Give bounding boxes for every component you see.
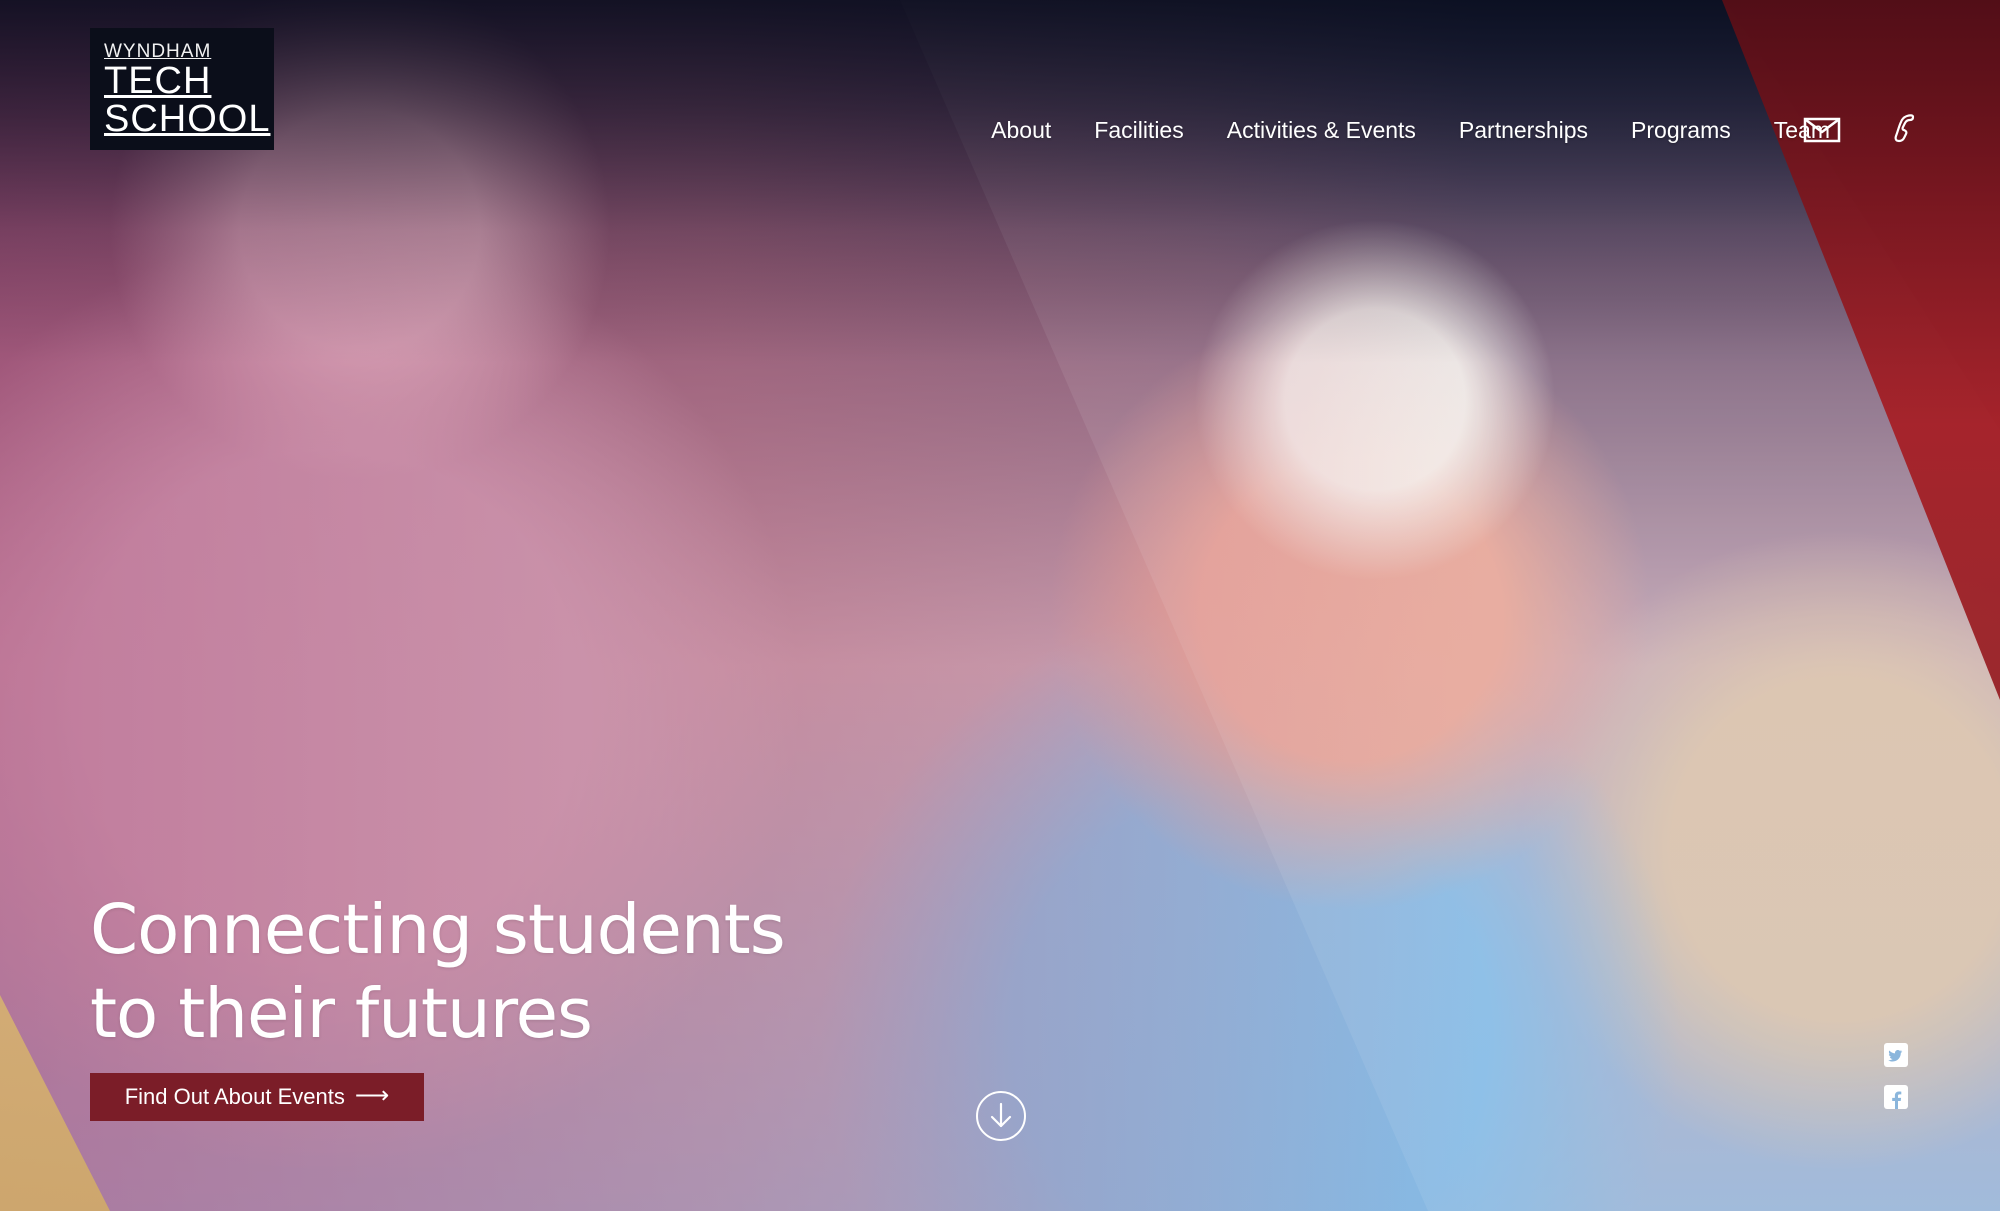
nav-item-activities-events[interactable]: Activities & Events (1227, 115, 1416, 145)
nav-item-about[interactable]: About (991, 115, 1051, 145)
hero-section: WYNDHAM TECH SCHOOL About Facilities Act… (0, 0, 2000, 1211)
main-navigation: About Facilities Activities & Events Par… (991, 115, 1830, 145)
scroll-down-button[interactable] (974, 1089, 1028, 1143)
brand-line-1: WYNDHAM (104, 41, 212, 62)
hero-headline-line-2: to their futures (90, 974, 593, 1055)
mail-icon[interactable] (1802, 112, 1842, 146)
nav-item-partnerships[interactable]: Partnerships (1459, 115, 1588, 145)
brand-line-3: SCHOOL (104, 98, 271, 140)
hero-headline-line-1: Connecting students (90, 890, 786, 971)
find-out-about-events-button[interactable]: Find Out About Events ⟶ (90, 1073, 424, 1121)
nav-item-programs[interactable]: Programs (1631, 115, 1731, 145)
brand-logo[interactable]: WYNDHAM TECH SCHOOL (90, 28, 274, 150)
facebook-icon[interactable] (1883, 1084, 1909, 1110)
nav-item-facilities[interactable]: Facilities (1094, 115, 1183, 145)
arrow-right-icon: ⟶ (354, 1082, 390, 1109)
cta-label: Find Out About Events (124, 1084, 345, 1109)
hero-headline: Connecting students to their futures (90, 888, 850, 1056)
twitter-icon[interactable] (1883, 1042, 1909, 1068)
brand-line-2: TECH (104, 60, 212, 102)
phone-icon[interactable] (1882, 112, 1922, 146)
